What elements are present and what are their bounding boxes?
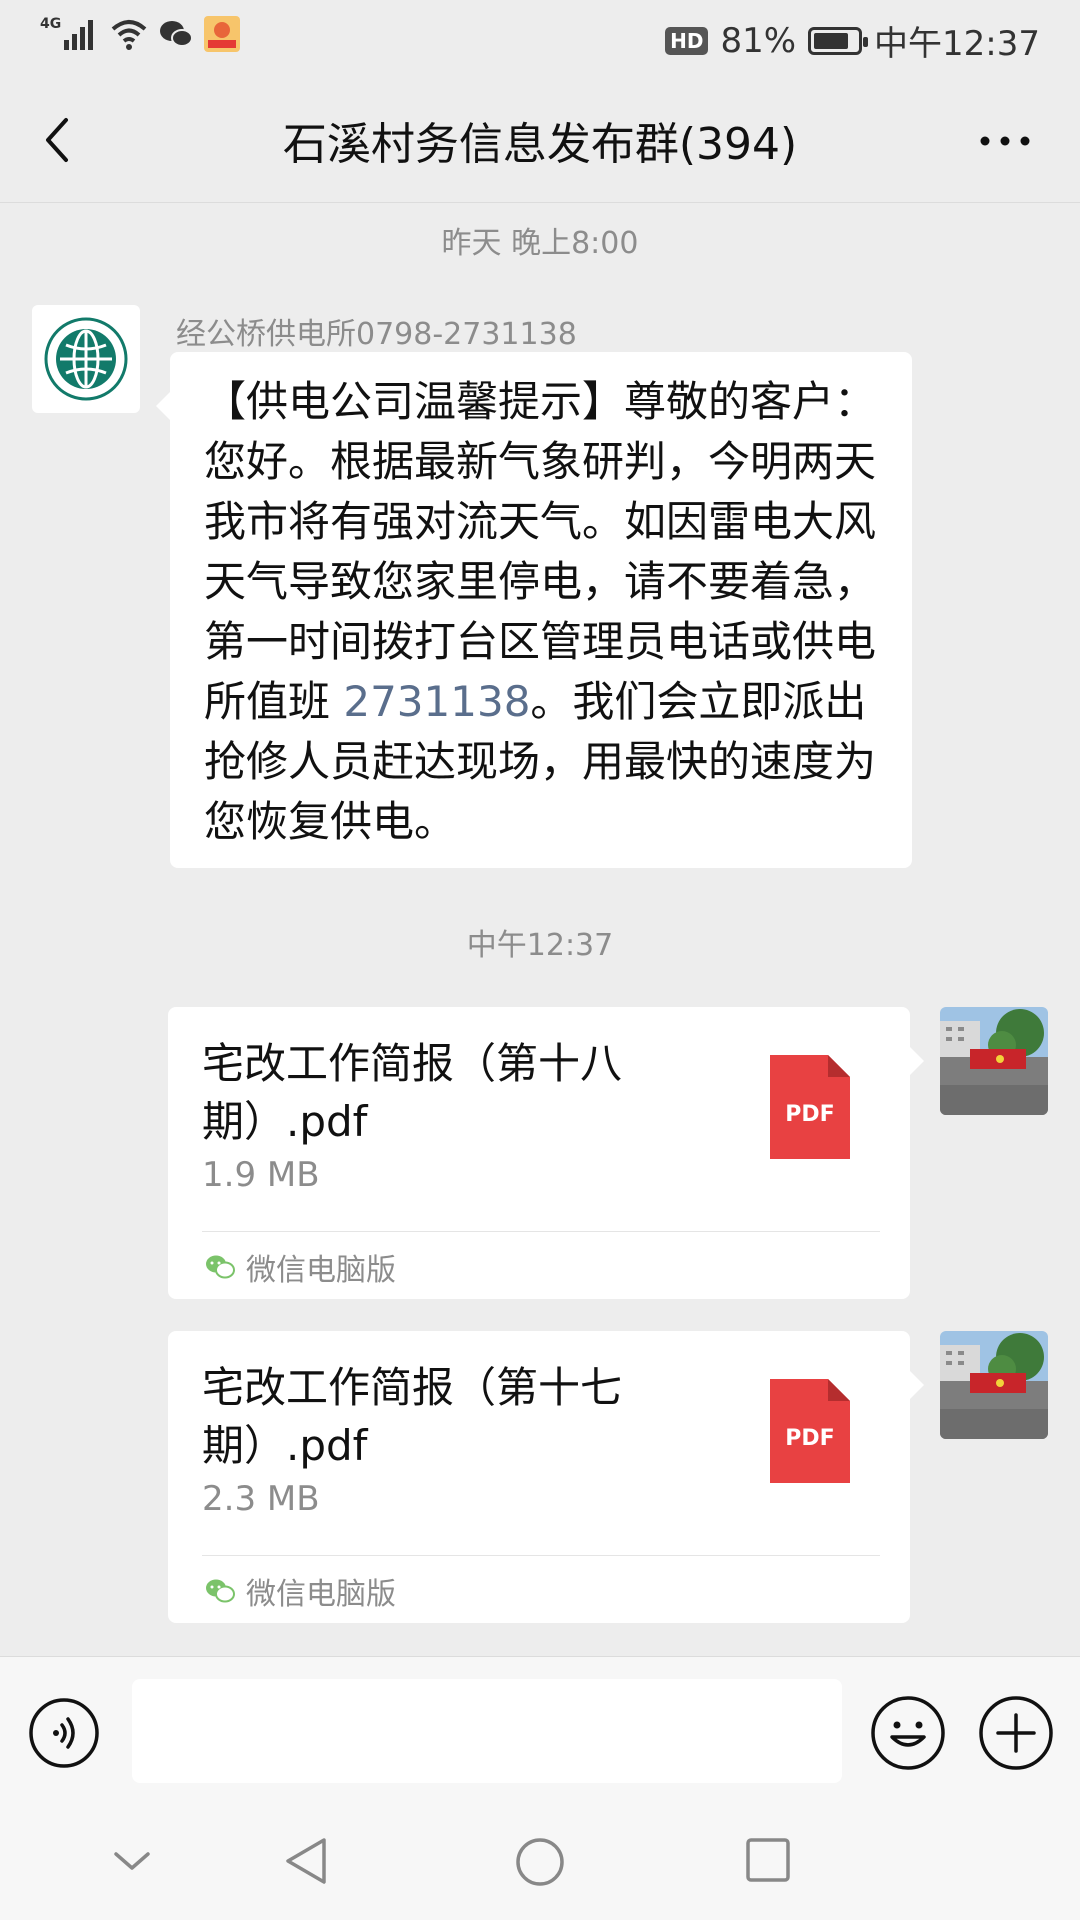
nav-recents-icon[interactable] bbox=[744, 1836, 792, 1884]
back-arrow-icon[interactable] bbox=[30, 110, 90, 170]
pdf-icon-label: PDF bbox=[785, 1426, 834, 1451]
battery-percent: 81% bbox=[720, 20, 797, 61]
file-size: 2.3 MB bbox=[202, 1479, 320, 1519]
battery-icon bbox=[808, 26, 869, 55]
message-text-part1: 【供电公司温馨提示】尊敬的客户： 您好。根据最新气象研判，今明两天我市将有强对流… bbox=[204, 377, 877, 726]
my-avatar[interactable] bbox=[940, 1007, 1048, 1115]
system-navigation-bar bbox=[0, 1802, 1080, 1920]
state-grid-logo-icon bbox=[44, 317, 128, 401]
chat-title: 石溪村务信息发布群(394) bbox=[282, 119, 798, 170]
more-options-icon[interactable] bbox=[970, 116, 1040, 166]
add-more-icon[interactable] bbox=[978, 1695, 1054, 1771]
status-right: HD 81% 中午12:37 bbox=[665, 16, 1040, 65]
sender-name: 经公桥供电所0798-2731138 bbox=[176, 317, 577, 352]
nav-back-icon[interactable] bbox=[282, 1836, 332, 1886]
avatar-photo bbox=[940, 1007, 1048, 1115]
status-left: 4G bbox=[40, 14, 240, 54]
file-message-card[interactable]: 宅改工作简报（第十八期）.pdf 1.9 MB PDF 微信电脑版 bbox=[168, 1007, 924, 1299]
pdf-file-icon: PDF bbox=[770, 1055, 850, 1159]
wechat-icon bbox=[206, 1579, 235, 1603]
message-timestamp-2: 中午12:37 bbox=[466, 928, 614, 963]
wifi-icon bbox=[111, 20, 147, 50]
avatar-photo bbox=[940, 1331, 1048, 1439]
my-avatar[interactable] bbox=[940, 1331, 1048, 1439]
voice-input-icon[interactable] bbox=[28, 1697, 100, 1769]
wechat-notification-icon bbox=[160, 21, 193, 47]
message-input[interactable] bbox=[132, 1679, 842, 1783]
file-source-label: 微信电脑版 bbox=[246, 1253, 396, 1288]
message-timestamp: 昨天 晚上8:00 bbox=[441, 226, 639, 261]
chevron-down-icon[interactable] bbox=[110, 1846, 154, 1876]
wechat-icon bbox=[206, 1255, 235, 1279]
card-divider bbox=[202, 1231, 880, 1232]
status-bar: 4G HD 81% 中午12:37 bbox=[0, 0, 1080, 78]
hd-badge: HD bbox=[665, 26, 709, 55]
card-divider bbox=[202, 1555, 880, 1556]
phone-number-link[interactable]: 2731138 bbox=[343, 677, 530, 726]
status-time: 中午12:37 bbox=[874, 24, 1040, 64]
text-message-bubble[interactable]: 【供电公司温馨提示】尊敬的客户： 您好。根据最新气象研判，今明两天我市将有强对流… bbox=[156, 352, 912, 868]
sender-avatar[interactable] bbox=[32, 305, 140, 413]
file-source-label: 微信电脑版 bbox=[246, 1577, 396, 1612]
pdf-file-icon: PDF bbox=[770, 1379, 850, 1483]
emoji-icon[interactable] bbox=[870, 1695, 946, 1771]
file-message-card[interactable]: 宅改工作简报（第十七期）.pdf 2.3 MB PDF 微信电脑版 bbox=[168, 1331, 924, 1623]
file-size: 1.9 MB bbox=[202, 1155, 320, 1195]
file-source: 微信电脑版 bbox=[204, 1245, 396, 1289]
app-notification-icon bbox=[204, 16, 240, 52]
nav-home-icon[interactable] bbox=[514, 1836, 566, 1888]
network-label: 4G bbox=[40, 16, 61, 32]
file-name: 宅改工作简报（第十七期）.pdf bbox=[202, 1363, 623, 1470]
file-name: 宅改工作简报（第十八期）.pdf bbox=[202, 1039, 623, 1146]
signal-icon: 4G bbox=[40, 16, 93, 50]
chat-header: 石溪村务信息发布群(394) bbox=[0, 78, 1080, 203]
chat-input-bar bbox=[0, 1656, 1080, 1802]
file-source: 微信电脑版 bbox=[204, 1569, 396, 1613]
pdf-icon-label: PDF bbox=[785, 1102, 834, 1127]
battery-fill bbox=[814, 32, 849, 49]
